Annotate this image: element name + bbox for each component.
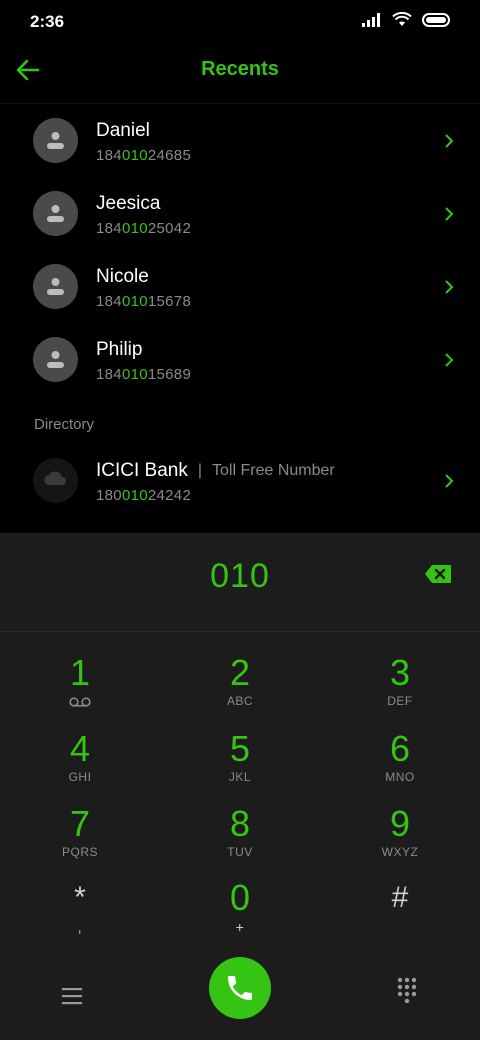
avatar bbox=[33, 458, 78, 503]
contact-name: Nicole bbox=[96, 266, 149, 287]
contact-name: ICICI Bank bbox=[96, 460, 188, 481]
contact-number: 18401024685 bbox=[96, 147, 192, 164]
key-7[interactable]: 7 PQRS bbox=[0, 792, 160, 867]
key-5[interactable]: 5 JKL bbox=[160, 717, 320, 792]
key-0[interactable]: 0 + bbox=[160, 866, 320, 941]
phone-icon bbox=[228, 976, 252, 1000]
directory-title: ICICI Bank | Toll Free Number bbox=[96, 460, 335, 482]
cloud-icon bbox=[44, 471, 66, 485]
page-title: Recents bbox=[201, 58, 279, 80]
key-9[interactable]: 9 WXYZ bbox=[320, 792, 480, 867]
person-icon bbox=[47, 132, 64, 149]
key-4[interactable]: 4 GHI bbox=[0, 717, 160, 792]
key-3[interactable]: 3 DEF bbox=[320, 641, 480, 716]
section-header-directory: Directory bbox=[34, 416, 95, 433]
backspace-icon[interactable] bbox=[424, 564, 452, 584]
recents-list: Daniel 18401024685 Jeesica 18401025042 N… bbox=[0, 104, 480, 396]
key-hash[interactable]: # bbox=[320, 866, 480, 941]
contact-row-philip[interactable]: Philip 18401015689 bbox=[0, 323, 480, 396]
contact-name: Daniel bbox=[96, 120, 150, 141]
dialer-actions bbox=[0, 957, 480, 1040]
contact-row-jeesica[interactable]: Jeesica 18401025042 bbox=[0, 177, 480, 250]
battery-icon bbox=[422, 12, 450, 27]
directory-row-icici[interactable]: ICICI Bank | Toll Free Number 1800102424… bbox=[0, 444, 480, 517]
contact-number: 18401015689 bbox=[96, 366, 192, 383]
contact-name: Philip bbox=[96, 339, 143, 360]
voicemail-icon bbox=[69, 697, 91, 707]
key-2[interactable]: 2 ABC bbox=[160, 641, 320, 716]
chevron-right-icon[interactable] bbox=[444, 352, 454, 368]
contact-row-nicole[interactable]: Nicole 18401015678 bbox=[0, 250, 480, 323]
chevron-right-icon[interactable] bbox=[444, 279, 454, 295]
key-star[interactable]: * , bbox=[0, 866, 160, 941]
contact-row-daniel[interactable]: Daniel 18401024685 bbox=[0, 104, 480, 177]
wifi-icon bbox=[392, 12, 412, 26]
separator: | bbox=[197, 462, 203, 479]
dialpad-icon[interactable] bbox=[396, 977, 418, 1003]
person-icon bbox=[47, 351, 64, 368]
key-8[interactable]: 8 TUV bbox=[160, 792, 320, 867]
dialed-number: 010 bbox=[210, 557, 270, 595]
status-icons bbox=[362, 12, 452, 27]
person-icon bbox=[47, 205, 64, 222]
app-bar: Recents bbox=[0, 44, 480, 104]
contact-number: 18401015678 bbox=[96, 293, 192, 310]
call-button[interactable] bbox=[209, 957, 271, 1019]
signal-icon bbox=[362, 12, 380, 27]
avatar bbox=[33, 191, 78, 236]
key-1[interactable]: 1 bbox=[0, 641, 160, 716]
status-time: 2:36 bbox=[30, 12, 65, 31]
dialer-panel: 010 1 2 ABC 3 DEF 4 GHI 5 JKL 6 MNO 7 PQ… bbox=[0, 533, 480, 1040]
avatar bbox=[33, 337, 78, 382]
avatar bbox=[33, 118, 78, 163]
menu-icon[interactable] bbox=[60, 987, 84, 1005]
contact-number: 18001024242 bbox=[96, 487, 192, 504]
chevron-right-icon[interactable] bbox=[444, 206, 454, 222]
key-6[interactable]: 6 MNO bbox=[320, 717, 480, 792]
person-icon bbox=[47, 278, 64, 295]
chevron-right-icon[interactable] bbox=[444, 473, 454, 489]
status-bar: 2:36 bbox=[0, 0, 480, 44]
dial-display: 010 bbox=[0, 533, 480, 632]
chevron-right-icon[interactable] bbox=[444, 133, 454, 149]
contact-number: 18401025042 bbox=[96, 220, 192, 237]
toll-free-label: Toll Free Number bbox=[212, 462, 335, 479]
avatar bbox=[33, 264, 78, 309]
contact-name: Jeesica bbox=[96, 193, 161, 214]
